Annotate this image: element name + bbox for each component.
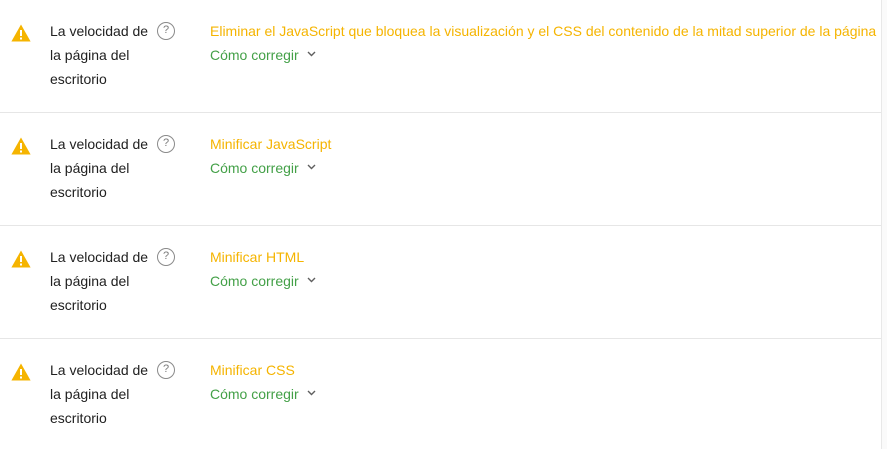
- scrollbar[interactable]: [881, 0, 887, 449]
- warning-triangle-icon: [11, 24, 31, 42]
- how-to-fix-toggle[interactable]: Cómo corregir: [210, 156, 316, 180]
- chevron-down-icon: [307, 164, 316, 170]
- warning-triangle-icon: [11, 363, 31, 381]
- help-circle-icon[interactable]: ?: [157, 248, 175, 266]
- issue-category: La velocidad de la página del escritorio: [50, 136, 149, 200]
- issue-title: Eliminar el JavaScript que bloquea la vi…: [210, 23, 877, 39]
- issue-row: La velocidad de la página del escritorio…: [0, 226, 882, 339]
- chevron-down-icon: [307, 51, 316, 57]
- issue-category: La velocidad de la página del escritorio: [50, 249, 149, 313]
- how-to-fix-toggle[interactable]: Cómo corregir: [210, 43, 316, 67]
- warning-triangle-icon: [11, 250, 31, 268]
- how-to-fix-label: Cómo corregir: [210, 386, 299, 402]
- issue-row: La velocidad de la página del escritorio…: [0, 339, 882, 449]
- issue-row: La velocidad de la página del escritorio…: [0, 0, 882, 113]
- issue-title: Minificar HTML: [210, 249, 305, 265]
- issue-category: La velocidad de la página del escritorio: [50, 362, 149, 426]
- chevron-down-icon: [307, 277, 316, 283]
- help-circle-icon[interactable]: ?: [157, 135, 175, 153]
- issue-category: La velocidad de la página del escritorio: [50, 23, 149, 87]
- how-to-fix-toggle[interactable]: Cómo corregir: [210, 269, 316, 293]
- how-to-fix-toggle[interactable]: Cómo corregir: [210, 382, 316, 406]
- help-circle-icon[interactable]: ?: [157, 361, 175, 379]
- how-to-fix-label: Cómo corregir: [210, 47, 299, 63]
- chevron-down-icon: [307, 390, 316, 396]
- issue-row: La velocidad de la página del escritorio…: [0, 113, 882, 226]
- how-to-fix-label: Cómo corregir: [210, 160, 299, 176]
- help-circle-icon[interactable]: ?: [157, 22, 175, 40]
- issue-title: Minificar CSS: [210, 362, 295, 378]
- how-to-fix-label: Cómo corregir: [210, 273, 299, 289]
- warning-triangle-icon: [11, 137, 31, 155]
- issue-title: Minificar JavaScript: [210, 136, 332, 152]
- issues-list: La velocidad de la página del escritorio…: [0, 0, 887, 449]
